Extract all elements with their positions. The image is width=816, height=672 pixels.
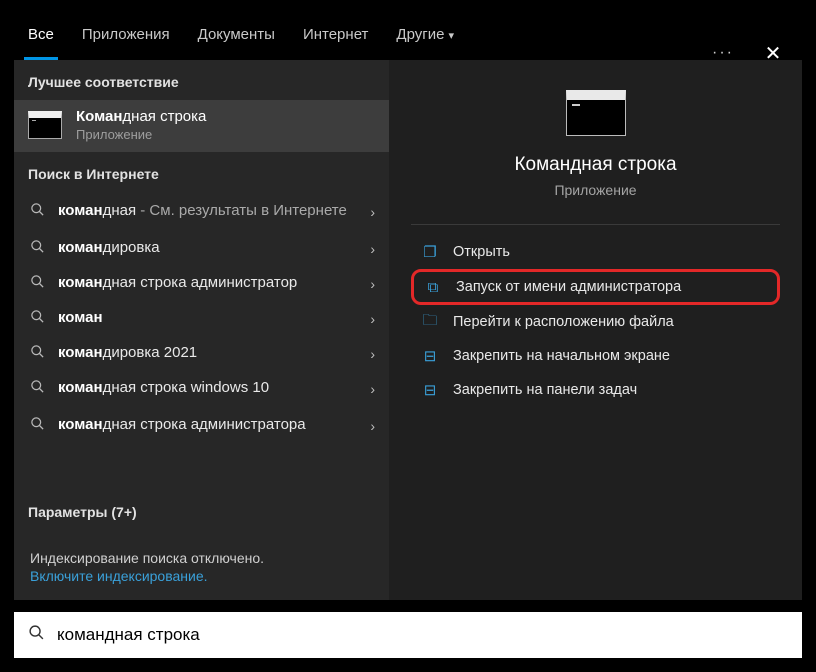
chevron-right-icon: › (370, 346, 375, 362)
web-result-item[interactable]: командная - См. результаты в Интернете› (14, 192, 389, 231)
detail-panel: Командная строка Приложение ❐ Открыть ⧉ … (389, 60, 802, 600)
indexing-notice: Индексирование поиска отключено. Включит… (14, 530, 389, 600)
search-icon (28, 239, 46, 258)
web-result-item[interactable]: командная строка администратора› (14, 406, 389, 445)
search-icon (28, 309, 46, 328)
tab-all[interactable]: Все (14, 16, 68, 60)
section-header-best: Лучшее соответствие (14, 60, 389, 100)
pin-icon: ⊟ (421, 381, 439, 399)
web-result-item[interactable]: командная строка администратор› (14, 266, 389, 301)
web-result-text: командная строка windows 10 (58, 379, 375, 398)
web-result-item[interactable]: командировка 2021› (14, 336, 389, 371)
chevron-right-icon: › (370, 241, 375, 257)
chevron-right-icon: › (370, 381, 375, 397)
tab-documents[interactable]: Документы (184, 16, 289, 60)
chevron-right-icon: › (370, 204, 375, 220)
web-result-text: командировка 2021 (58, 344, 375, 363)
chevron-right-icon: › (370, 418, 375, 434)
action-label: Закрепить на панели задач (453, 382, 637, 398)
web-result-text: командировка (58, 239, 375, 258)
web-result-text: командная строка администратора (58, 416, 375, 435)
section-header-settings[interactable]: Параметры (7+) (14, 490, 389, 530)
search-icon (28, 379, 46, 398)
section-header-web: Поиск в Интернете (14, 152, 389, 192)
tab-bar: Все Приложения Документы Интернет Другие… (14, 16, 802, 60)
action-label: Открыть (453, 244, 510, 260)
chevron-down-icon: ▾ (448, 30, 454, 42)
action-run-as-admin[interactable]: ⧉ Запуск от имени администратора (411, 269, 780, 305)
action-pin-taskbar[interactable]: ⊟ Закрепить на панели задач (411, 373, 780, 407)
action-open[interactable]: ❐ Открыть (411, 235, 780, 269)
indexing-off-text: Индексирование поиска отключено. (30, 550, 373, 566)
action-label: Запуск от имени администратора (456, 279, 681, 295)
search-icon (28, 344, 46, 363)
chevron-right-icon: › (370, 311, 375, 327)
tab-web[interactable]: Интернет (289, 16, 382, 60)
chevron-right-icon: › (370, 276, 375, 292)
search-icon (28, 416, 46, 435)
action-pin-start[interactable]: ⊟ Закрепить на начальном экране (411, 339, 780, 373)
separator (411, 224, 780, 225)
action-label: Перейти к расположению файла (453, 314, 674, 330)
detail-title: Командная строка (514, 154, 676, 176)
search-window: Все Приложения Документы Интернет Другие… (0, 0, 816, 672)
enable-indexing-link[interactable]: Включите индексирование. (30, 568, 373, 584)
action-open-location[interactable]: 🗀 Перейти к расположению файла (411, 305, 780, 339)
best-match-title: Командная строка (76, 108, 206, 125)
web-result-text: командная строка администратор (58, 274, 375, 293)
detail-subtitle: Приложение (554, 182, 636, 198)
search-bar[interactable] (14, 612, 802, 658)
web-result-text: командная - См. результаты в Интернете (58, 202, 375, 221)
tab-apps[interactable]: Приложения (68, 16, 184, 60)
search-input[interactable] (57, 625, 788, 645)
search-icon (28, 624, 45, 646)
best-match-subtitle: Приложение (76, 127, 206, 142)
web-result-item[interactable]: командная строка windows 10› (14, 371, 389, 406)
action-label: Закрепить на начальном экране (453, 348, 670, 364)
web-result-item[interactable]: коман› (14, 301, 389, 336)
pin-icon: ⊟ (421, 347, 439, 365)
results-panel: Лучшее соответствие Командная строка При… (14, 60, 389, 600)
web-result-item[interactable]: командировка› (14, 231, 389, 266)
best-match-item[interactable]: Командная строка Приложение (14, 100, 389, 152)
tab-more[interactable]: Другие▾ (382, 16, 468, 60)
open-icon: ❐ (421, 243, 439, 261)
web-results-list: командная - См. результаты в Интернете›к… (14, 192, 389, 490)
cmd-icon (566, 90, 626, 136)
search-icon (28, 202, 46, 221)
cmd-icon (28, 111, 62, 139)
web-result-text: коман (58, 309, 375, 328)
search-icon (28, 274, 46, 293)
folder-icon: 🗀 (421, 313, 439, 331)
admin-icon: ⧉ (424, 278, 442, 296)
